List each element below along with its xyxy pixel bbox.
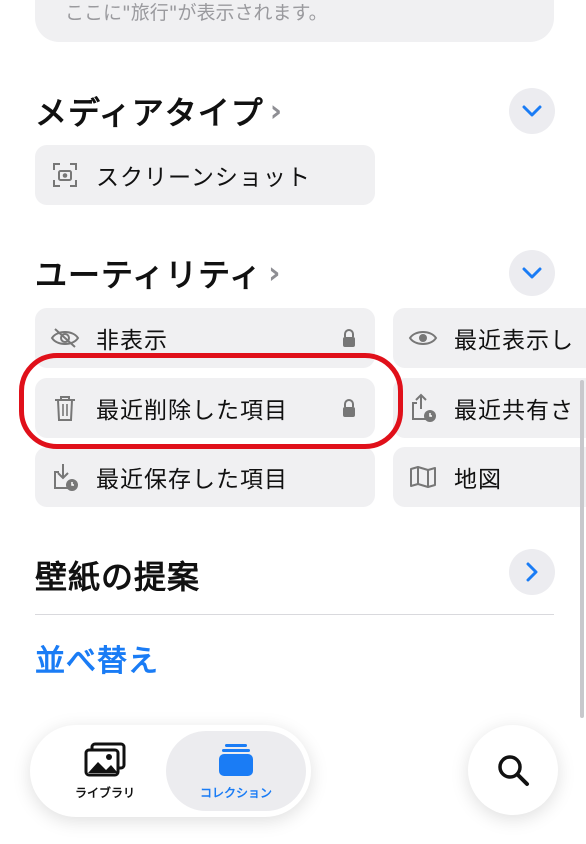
share-clock-icon (408, 393, 438, 423)
utilities-title: ユーティリティ (35, 256, 263, 294)
tile-recently-saved[interactable]: 最近保存した項目 (35, 447, 375, 507)
utilities-collapse-button[interactable] (509, 250, 555, 296)
tile-recently-deleted[interactable]: 最近削除した項目 (35, 378, 375, 438)
tab-label: ライブラリ (74, 785, 135, 800)
collections-icon (219, 743, 253, 776)
tile-recently-shared[interactable]: 最近共有さ (393, 378, 586, 438)
screenshot-icon (50, 160, 80, 190)
tile-label: スクリーンショット (96, 165, 311, 191)
trash-icon (50, 393, 80, 423)
map-icon (408, 462, 438, 492)
divider (35, 614, 554, 615)
chevron-down-icon (522, 105, 542, 117)
tile-recently-viewed[interactable]: 最近表示し (393, 308, 586, 368)
chevron-right-icon: › (269, 93, 284, 129)
chevron-down-icon (522, 267, 542, 279)
photos-icon (84, 742, 126, 776)
sort-link[interactable]: 並べ替え (35, 636, 159, 680)
lock-icon (343, 329, 355, 347)
tab-library[interactable]: ライブラリ (40, 731, 170, 811)
wallpaper-title: 壁紙の提案 (35, 558, 201, 596)
tile-hidden[interactable]: 非表示 (35, 308, 375, 368)
lock-icon (343, 399, 355, 417)
tab-bar: ライブラリ コレクション (30, 725, 311, 817)
wallpaper-header[interactable]: 壁紙の提案 (35, 552, 200, 598)
search-icon (498, 755, 529, 786)
tile-screenshots[interactable]: スクリーンショット (35, 145, 375, 205)
chevron-right-icon: › (268, 255, 282, 291)
search-hint-card: ここに"旅行"が表示されます。 (35, 0, 554, 42)
media-types-collapse-button[interactable] (509, 88, 555, 134)
chevron-right-icon (526, 562, 538, 582)
tab-label: コレクション (199, 785, 272, 800)
eye-slash-icon (50, 323, 80, 353)
scrollbar[interactable] (580, 380, 584, 718)
download-clock-icon (50, 462, 80, 492)
tile-label: 最近共有さ (454, 398, 574, 424)
tile-label: 最近保存した項目 (96, 467, 288, 493)
search-hint-text: ここに"旅行"が表示されます。 (65, 2, 328, 24)
tab-collections[interactable]: コレクション (166, 731, 306, 811)
search-button[interactable] (468, 725, 558, 815)
media-types-title: メディアタイプ (35, 94, 264, 132)
tile-label: 地図 (454, 467, 502, 493)
tile-map[interactable]: 地図 (393, 447, 586, 507)
wallpaper-open-button[interactable] (509, 549, 555, 595)
media-types-header[interactable]: メディアタイプ › (35, 88, 283, 134)
eye-icon (408, 323, 438, 353)
utilities-header[interactable]: ユーティリティ › (35, 250, 282, 296)
tile-label: 最近表示し (454, 328, 574, 354)
tile-label: 非表示 (96, 328, 168, 354)
tile-label: 最近削除した項目 (96, 398, 288, 424)
